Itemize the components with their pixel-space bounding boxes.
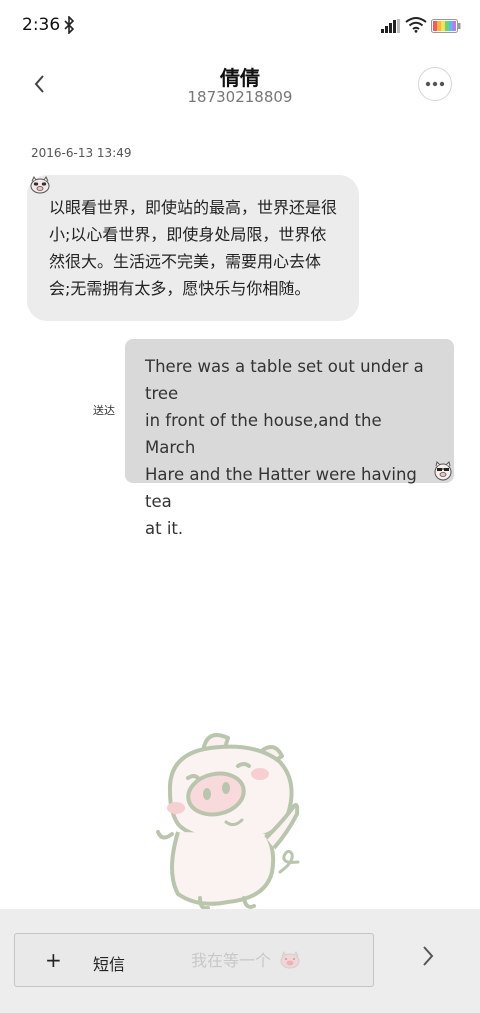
input-placeholder: 我在等一个 xyxy=(191,947,301,971)
wifi-icon xyxy=(405,16,427,37)
message-line: 小;以心看世界，即使身处局限，世界依 xyxy=(49,225,327,244)
more-options-button[interactable] xyxy=(418,67,452,101)
message-line: 会;无需拥有太多，愿快乐与你相随。 xyxy=(49,279,311,298)
contact-name[interactable]: 倩倩 xyxy=(0,62,480,91)
pig-wallpaper-illustration xyxy=(148,722,308,916)
message-input[interactable]: + 短信 我在等一个 xyxy=(14,933,374,987)
pig-avatar-icon xyxy=(30,176,50,194)
status-time: 2:36 xyxy=(22,15,61,35)
delivery-status: 送达 xyxy=(93,404,115,417)
placeholder-text: 我在等一个 xyxy=(191,951,272,970)
message-line: in front of the house,and the March xyxy=(145,411,382,457)
more-horizontal-icon xyxy=(425,81,445,87)
send-button[interactable] xyxy=(414,941,442,971)
message-line: 然很大。生活远不完美，需要用心去体 xyxy=(49,252,322,271)
message-timestamp: 2016-6-13 13:49 xyxy=(31,146,132,160)
chevron-right-icon xyxy=(423,946,434,966)
message-line: Hare and the Hatter were having tea xyxy=(145,465,417,511)
add-attachment-icon[interactable]: + xyxy=(45,948,62,972)
pig-emoji-icon xyxy=(280,951,300,969)
message-line: There was a table set out under a tree xyxy=(145,357,424,403)
message-line: at it. xyxy=(145,519,184,538)
composer-bar: + 短信 我在等一个 xyxy=(0,909,480,1013)
sms-label: 短信 xyxy=(93,955,126,974)
message-line: 以眼看世界，即使站的最高，世界还是很 xyxy=(49,198,338,217)
signal-icon xyxy=(381,18,401,37)
outgoing-message-bubble[interactable]: There was a table set out under a tree i… xyxy=(125,339,454,538)
contact-number: 18730218809 xyxy=(187,88,293,106)
status-bar: 2:36 xyxy=(0,0,480,52)
bluetooth-icon xyxy=(64,15,75,38)
contact-avatar[interactable] xyxy=(29,176,51,198)
incoming-message-bubble[interactable]: 以眼看世界，即使站的最高，世界还是很 小;以心看世界，即使身处局限，世界依 然很… xyxy=(27,175,359,321)
conversation-header: 倩倩 18730218809 xyxy=(0,52,480,122)
battery-icon xyxy=(431,18,461,37)
my-avatar[interactable] xyxy=(432,460,454,486)
pig-avatar-icon xyxy=(434,461,452,481)
